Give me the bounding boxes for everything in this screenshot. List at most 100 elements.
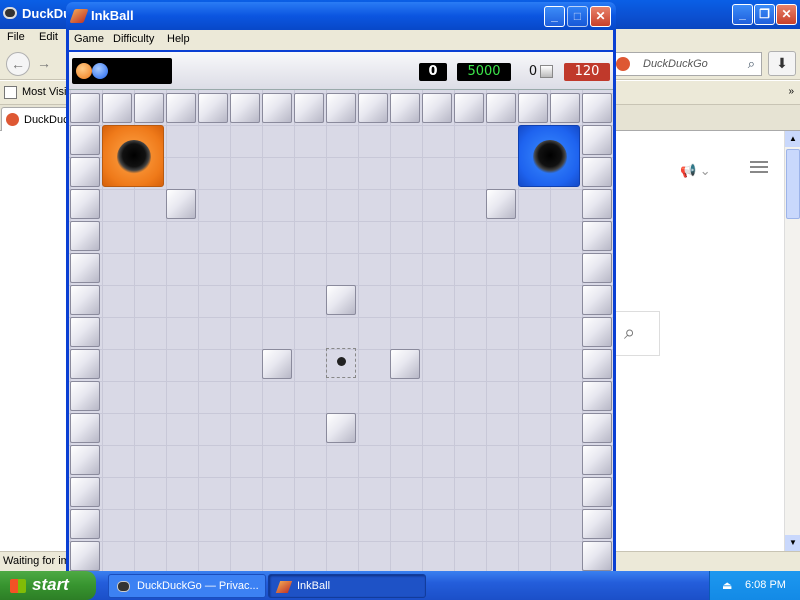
wall-block [70,125,100,155]
close-icon[interactable]: ✕ [590,6,611,27]
wall-block [582,93,612,123]
wall-block [390,349,420,379]
tab-label: DuckDuc [24,114,69,126]
inkball-app-icon [275,581,293,593]
browser-app-icon [117,581,130,592]
wall-block [582,445,612,475]
duckduckgo-icon [616,57,630,71]
ball-spawn-point [326,348,356,378]
wall-block [166,93,196,123]
wall-block [582,413,612,443]
wall-block [70,541,100,571]
wall-block [326,93,356,123]
bookmark-folder-icon [4,86,17,99]
menu-difficulty[interactable]: Difficulty [113,33,154,45]
minimize-icon[interactable]: _ [544,6,565,27]
eject-icon[interactable]: ⏏ [722,579,732,592]
wall-block [70,285,100,315]
back-arrow-icon[interactable]: ← [6,52,30,76]
wall-block [582,509,612,539]
taskbar-item-browser[interactable]: DuckDuckGo — Privac... [108,574,266,598]
wall-block [422,93,452,123]
wall-block [70,413,100,443]
blue-hole [518,125,580,187]
restore-icon[interactable]: ❐ [754,4,775,25]
menu-edit[interactable]: Edit [39,31,58,43]
forward-arrow-icon[interactable]: → [32,52,56,76]
wall-block [70,509,100,539]
windows-logo-icon [10,579,26,593]
current-score: 0 [419,63,447,81]
tab-duckduckgo[interactable]: DuckDuc [1,107,71,131]
wall-block [70,349,100,379]
wall-block [70,221,100,251]
page-search-button[interactable]: ⌕ [612,311,660,356]
wall-block [582,221,612,251]
hamburger-menu-icon[interactable] [750,158,768,176]
wall-block [70,445,100,475]
wall-block [582,253,612,283]
taskbar-item-label: InkBall [297,580,331,592]
taskbar: start DuckDuckGo — Privac... InkBall ⏏ 6… [0,571,800,600]
taskbar-item-label: DuckDuckGo — Privac... [137,580,259,592]
menu-game[interactable]: Game [74,33,104,45]
wall-block [230,93,260,123]
orange-hole [102,125,164,187]
ball-count-icon [540,65,553,78]
wall-block [134,93,164,123]
start-button[interactable]: start [0,571,96,600]
inkball-title: InkBall [91,8,134,23]
wall-block [358,93,388,123]
download-icon[interactable]: ⬇ [768,51,796,76]
wall-block [262,349,292,379]
minimize-icon[interactable]: _ [732,4,753,25]
wall-block [486,93,516,123]
search-icon: ⌕ [624,322,636,344]
wall-block [550,93,580,123]
more-bookmarks-icon[interactable]: » [788,86,794,97]
taskbar-item-inkball[interactable]: InkBall [268,574,426,598]
start-label: start [32,575,69,594]
wall-block [486,189,516,219]
clock: 6:08 PM [745,579,786,591]
inkball-app-icon [69,9,89,23]
wall-block [582,541,612,571]
target-score: 5000 [457,63,511,81]
wall-block [70,317,100,347]
scroll-thumb[interactable] [786,149,800,219]
wall-block [582,317,612,347]
wall-block [518,93,548,123]
timer: 120 [564,63,610,81]
maximize-icon: □ [567,6,588,27]
megaphone-icon[interactable]: 📢 ⌄ [680,163,711,179]
status-text: Waiting for im [3,555,70,567]
wall-block [582,285,612,315]
wall-block [70,381,100,411]
wall-block [294,93,324,123]
inkball-titlebar[interactable]: InkBall _ □ ✕ [66,2,616,30]
wall-block [582,477,612,507]
wall-block [166,189,196,219]
search-input[interactable]: DuckDuckGo ⌕ [612,52,762,76]
browser-app-icon [3,7,17,19]
ball-count: 0 [528,64,538,79]
orange-ball-icon [76,63,92,79]
wall-block [70,93,100,123]
scroll-up-icon[interactable]: ▲ [785,131,800,147]
duckduckgo-icon [6,113,19,126]
menu-help[interactable]: Help [167,33,190,45]
game-board[interactable] [69,90,613,571]
scroll-down-icon[interactable]: ▼ [785,535,800,551]
scrollbar[interactable]: ▲ ▼ [784,131,800,551]
wall-block [582,157,612,187]
search-placeholder: DuckDuckGo [643,58,708,70]
menu-file[interactable]: File [7,31,25,43]
close-icon[interactable]: ✕ [776,4,797,25]
wall-block [582,125,612,155]
wall-block [390,93,420,123]
wall-block [102,93,132,123]
bookmark-most-visited[interactable]: Most Visit [22,86,69,98]
inkball-menubar: Game Difficulty Help [69,30,613,50]
ball-queue [72,58,172,84]
search-icon[interactable]: ⌕ [748,56,755,72]
